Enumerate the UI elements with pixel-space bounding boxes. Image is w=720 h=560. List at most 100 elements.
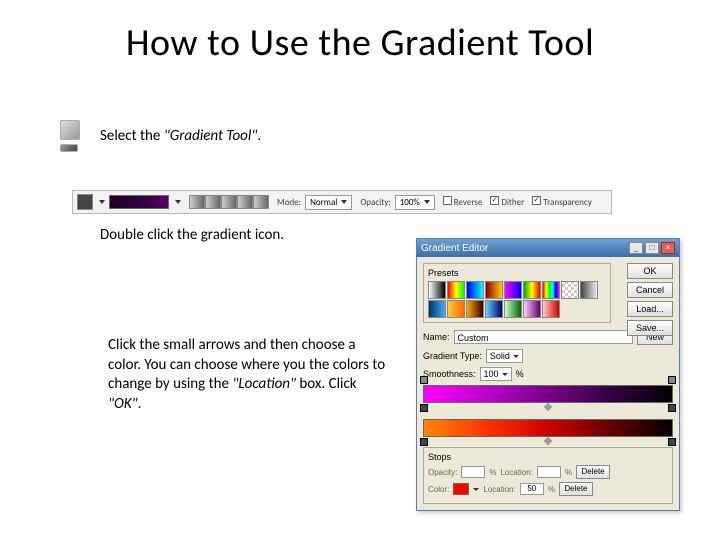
type-value: Solid: [490, 350, 510, 362]
gradient-dropdown-icon[interactable]: [175, 200, 181, 204]
smoothness-label: Smoothness:: [423, 369, 476, 379]
step-3-t3: .: [138, 395, 142, 413]
location-input-1[interactable]: [537, 466, 561, 478]
delete-color-stop-button[interactable]: Delete: [559, 482, 593, 496]
mode-label: Mode:: [277, 197, 301, 208]
swatch-dropdown-icon[interactable]: [99, 200, 105, 204]
radial-gradient-button[interactable]: [205, 195, 221, 209]
mode-dropdown[interactable]: Normal: [305, 195, 352, 210]
preset-swatch[interactable]: [580, 281, 598, 299]
color-swatch[interactable]: [453, 483, 469, 495]
ok-button[interactable]: OK: [627, 263, 673, 279]
preset-swatch[interactable]: [523, 300, 541, 318]
stops-panel: Stops Opacity: % Location: % Delete Colo…: [423, 447, 673, 504]
cancel-button[interactable]: Cancel: [627, 282, 673, 298]
preset-swatch[interactable]: [542, 300, 560, 318]
dialog-titlebar[interactable]: Gradient Editor _ □ ×: [417, 239, 679, 257]
chevron-down-icon: [341, 200, 347, 204]
color-stop-row: Color: Location: 50 % Delete: [428, 482, 668, 496]
step-3-loc: "Location": [232, 375, 296, 393]
preset-swatch[interactable]: [428, 281, 446, 299]
color-stop[interactable]: [668, 404, 676, 412]
pct-2: %: [565, 468, 572, 477]
type-dropdown[interactable]: Solid: [486, 349, 523, 363]
gradient-bar-main[interactable]: [423, 385, 673, 403]
color-stop[interactable]: [668, 438, 676, 446]
type-row: Gradient Type: Solid: [423, 349, 673, 363]
preset-swatch[interactable]: [466, 281, 484, 299]
preset-swatch[interactable]: [466, 300, 484, 318]
smoothness-value: 100: [484, 368, 499, 380]
chevron-down-icon: [502, 373, 508, 376]
diamond-gradient-button[interactable]: [253, 195, 269, 209]
mode-value: Normal: [310, 197, 337, 208]
save-button[interactable]: Save...: [627, 320, 673, 336]
delete-opacity-stop-button[interactable]: Delete: [576, 465, 610, 479]
preset-swatch[interactable]: [428, 300, 446, 318]
reverse-label: Reverse: [454, 197, 483, 208]
step-3-text: Click the small arrows and then choose a…: [108, 336, 388, 414]
opacity-stop[interactable]: [420, 376, 428, 384]
location-input-2[interactable]: 50: [520, 483, 544, 495]
preset-swatch[interactable]: [447, 300, 465, 318]
gradient-type-buttons: [189, 195, 269, 209]
stops-label: Stops: [428, 452, 668, 462]
window-controls: _ □ ×: [629, 242, 675, 254]
midpoint-marker[interactable]: [544, 437, 552, 445]
angle-gradient-button[interactable]: [221, 195, 237, 209]
dialog-body: OK Cancel Load... Save... Presets: [417, 257, 679, 510]
opacity-label: Opacity:: [428, 468, 457, 477]
step-1-tool: "Gradient Tool": [164, 127, 258, 145]
pct-3: %: [548, 485, 555, 494]
chevron-down-icon: [513, 355, 519, 358]
reflected-gradient-button[interactable]: [237, 195, 253, 209]
toolbar-icons: [60, 120, 80, 152]
name-input[interactable]: Custom: [454, 330, 633, 344]
dither-checkbox[interactable]: [490, 196, 499, 205]
location-label-1: Location:: [500, 468, 532, 477]
opacity-value: 100%: [400, 197, 420, 208]
step-2-text: Double click the gradient icon.: [100, 226, 284, 244]
reverse-checkbox[interactable]: [443, 196, 452, 205]
preset-swatch[interactable]: [504, 281, 522, 299]
color-stop[interactable]: [420, 404, 428, 412]
transparency-option[interactable]: Transparency: [532, 196, 592, 208]
dialog-title: Gradient Editor: [421, 243, 488, 254]
opacity-input[interactable]: [461, 466, 485, 478]
gradient-bar-secondary[interactable]: [423, 419, 673, 437]
smoothness-input[interactable]: 100: [480, 367, 512, 381]
preset-swatch[interactable]: [485, 300, 503, 318]
load-button[interactable]: Load...: [627, 301, 673, 317]
preset-swatch[interactable]: [542, 281, 560, 299]
linear-gradient-button[interactable]: [189, 195, 205, 209]
preset-swatch[interactable]: [561, 281, 579, 299]
step-1-suffix: .: [257, 127, 261, 145]
foreground-swatch[interactable]: [77, 194, 93, 210]
minimize-button[interactable]: _: [629, 242, 643, 254]
opacity-dropdown[interactable]: 100%: [395, 195, 435, 210]
reverse-option[interactable]: Reverse: [443, 196, 483, 208]
gradient-tool-icon: [60, 120, 80, 140]
color-stop[interactable]: [420, 438, 428, 446]
chevron-down-icon: [424, 200, 430, 204]
tool-icon-secondary: [60, 144, 78, 152]
percent-label: %: [516, 369, 524, 379]
step-3-ok: "OK": [108, 395, 138, 413]
maximize-button[interactable]: □: [645, 242, 659, 254]
preset-swatch[interactable]: [523, 281, 541, 299]
color-dropdown-icon[interactable]: [473, 488, 479, 491]
gradient-preview[interactable]: [109, 195, 169, 209]
smoothness-row: Smoothness: 100 %: [423, 367, 673, 381]
opacity-stop[interactable]: [668, 376, 676, 384]
gradient-editor-dialog: Gradient Editor _ □ × OK Cancel Load... …: [416, 238, 680, 511]
preset-swatch[interactable]: [504, 300, 522, 318]
step-3-t2: box. Click: [296, 375, 357, 393]
presets-label: Presets: [428, 268, 606, 278]
preset-swatch[interactable]: [485, 281, 503, 299]
transparency-checkbox[interactable]: [532, 196, 541, 205]
name-label: Name:: [423, 332, 450, 342]
close-button[interactable]: ×: [661, 242, 675, 254]
dither-option[interactable]: Dither: [490, 196, 524, 208]
options-bar: Mode: Normal Opacity: 100% Reverse Dithe…: [72, 190, 612, 214]
preset-swatch[interactable]: [447, 281, 465, 299]
